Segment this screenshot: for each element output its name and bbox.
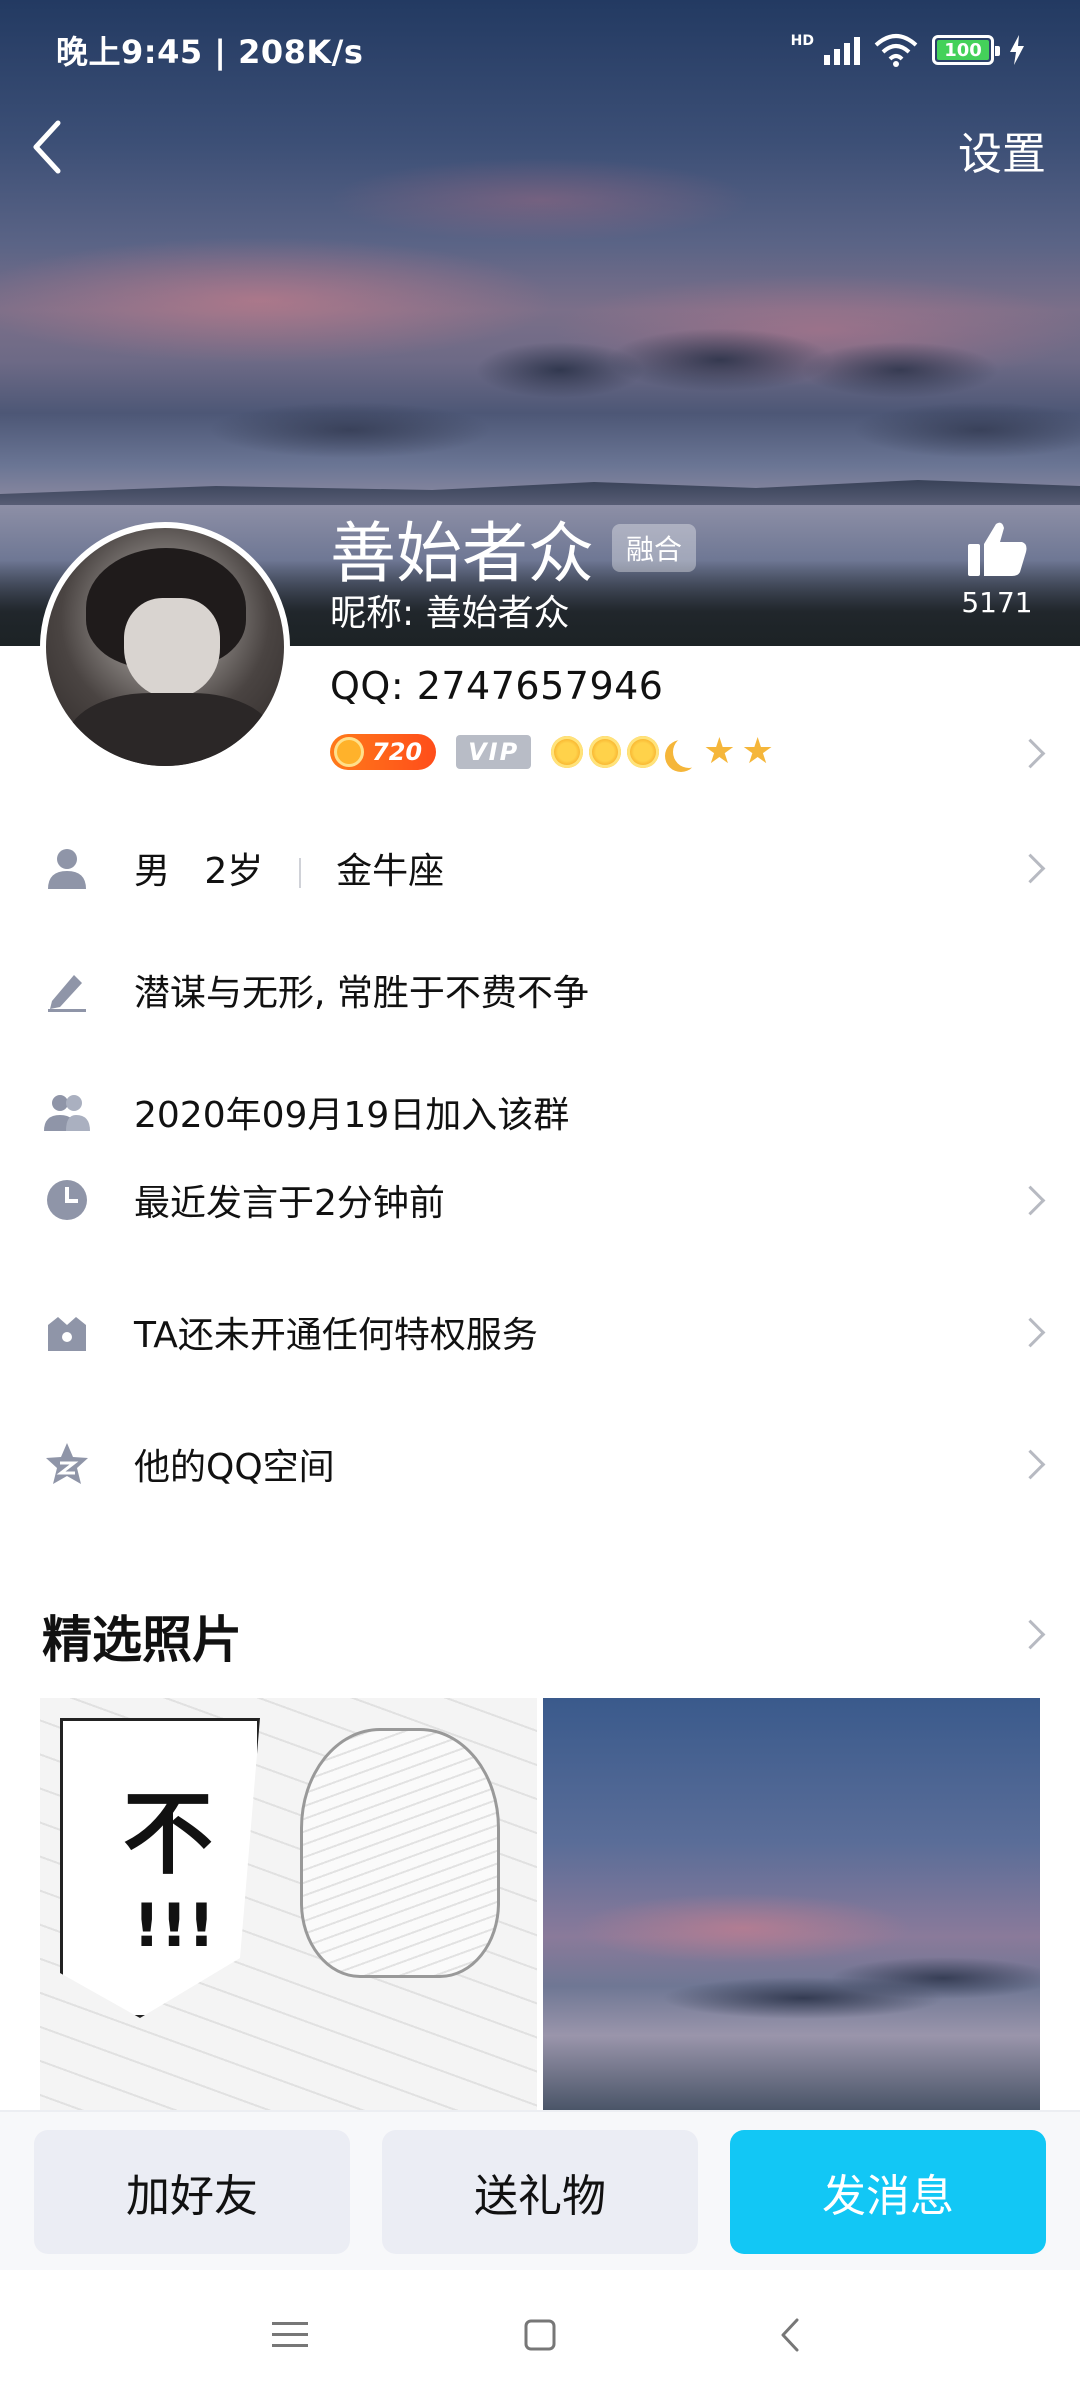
photo-thumbnail[interactable]: 不 !!! [40, 1698, 537, 2110]
thumbs-up-icon [968, 522, 1027, 576]
level-badge: 720 [330, 734, 437, 770]
basic-info-text: 男 2岁 金牛座 [134, 842, 444, 894]
group-icon [44, 1095, 90, 1131]
qq-level-icons: ★ ★ [551, 731, 774, 772]
status-time: 晚上9:45 | 208K/s [56, 33, 364, 71]
moon-icon [673, 736, 705, 768]
star-icon: ★ [703, 731, 736, 772]
system-nav-bar [0, 2270, 1080, 2400]
qzone-link: 他的QQ空间 [134, 1447, 335, 1488]
profile-name-row: 善始者众 融合 [330, 500, 697, 596]
signature: 潜谋与无形, 常胜于不费不争 [134, 973, 589, 1014]
age: 2岁 [204, 851, 264, 892]
photo-grid: 不 !!! [40, 1698, 1040, 2110]
manga-figure [300, 1728, 500, 1978]
home-button[interactable] [515, 2310, 565, 2360]
menu-button[interactable] [265, 2310, 315, 2360]
send-message-button[interactable]: 发消息 [730, 2130, 1046, 2254]
join-date: 2020年09月19日加入该群 [134, 1095, 570, 1136]
action-bar: 加好友 送礼物 发消息 [0, 2110, 1080, 2270]
last-active: 最近发言于2分钟前 [134, 1183, 445, 1224]
cover-clouds [0, 300, 1080, 500]
status-icons: HD 100 [791, 33, 1026, 67]
person-icon [48, 849, 86, 889]
sun-icon [551, 736, 584, 768]
sun-icon [627, 736, 660, 768]
wifi-icon [874, 34, 918, 67]
zodiac: 金牛座 [336, 851, 445, 892]
nickname: 昵称: 善始者众 [330, 593, 570, 634]
signal-icon [824, 35, 860, 65]
avatar[interactable] [40, 522, 290, 772]
back-button[interactable] [22, 112, 72, 182]
chevron-left-icon [781, 2318, 799, 2352]
photo-thumbnail[interactable] [543, 1698, 1040, 2110]
gender: 男 [134, 851, 171, 892]
qzone-row[interactable]: 他的QQ空间 [0, 1424, 1080, 1504]
chevron-left-icon [33, 120, 61, 174]
crown-box-icon [48, 1317, 86, 1351]
menu-icon [272, 2322, 308, 2347]
join-date-row: 2020年09月19日加入该群 [0, 1072, 1080, 1152]
basic-info-row[interactable]: 男 2岁 金牛座 [0, 828, 1080, 908]
coin-icon [334, 737, 364, 767]
qq-number: QQ: 2747657946 [330, 664, 664, 708]
nav-back-button[interactable] [765, 2310, 815, 2360]
chevron-right-icon[interactable] [1018, 733, 1042, 773]
pen-icon [48, 975, 86, 1012]
sun-icon [589, 736, 622, 768]
chevron-right-icon [1018, 1444, 1042, 1484]
like-button[interactable]: 5171 [952, 520, 1042, 619]
chevron-right-icon [1018, 1312, 1042, 1352]
display-name: 善始者众 [330, 515, 594, 592]
add-friend-button[interactable]: 加好友 [34, 2130, 350, 2254]
privileges: TA还未开通任何特权服务 [134, 1315, 538, 1356]
qzone-star-icon [46, 1443, 88, 1484]
star-icon: ★ [741, 731, 774, 772]
status-bar: 晚上9:45 | 208K/s HD 100 [0, 0, 1080, 100]
chevron-right-icon [1018, 848, 1042, 888]
divider [298, 858, 301, 888]
like-count: 5171 [961, 586, 1033, 619]
privileges-row[interactable]: TA还未开通任何特权服务 [0, 1292, 1080, 1372]
featured-photos-title: 精选照片 [42, 1611, 242, 1669]
badges-row[interactable]: 720 VIP ★ ★ [330, 734, 774, 770]
member-tag: 融合 [612, 524, 697, 572]
send-gift-button[interactable]: 送礼物 [382, 2130, 698, 2254]
battery-icon: 100 [932, 35, 1000, 65]
signature-row: 潜谋与无形, 常胜于不费不争 [0, 950, 1080, 1030]
last-active-row[interactable]: 最近发言于2分钟前 [0, 1160, 1080, 1240]
chevron-right-icon [1018, 1180, 1042, 1220]
square-icon [524, 2319, 556, 2351]
hd-indicator: HD [790, 33, 814, 49]
settings-button[interactable]: 设置 [958, 118, 1046, 182]
vip-badge: VIP [456, 735, 532, 769]
chevron-right-icon[interactable] [1018, 1614, 1042, 1654]
charging-icon [1010, 35, 1024, 65]
clock-icon [47, 1180, 87, 1220]
